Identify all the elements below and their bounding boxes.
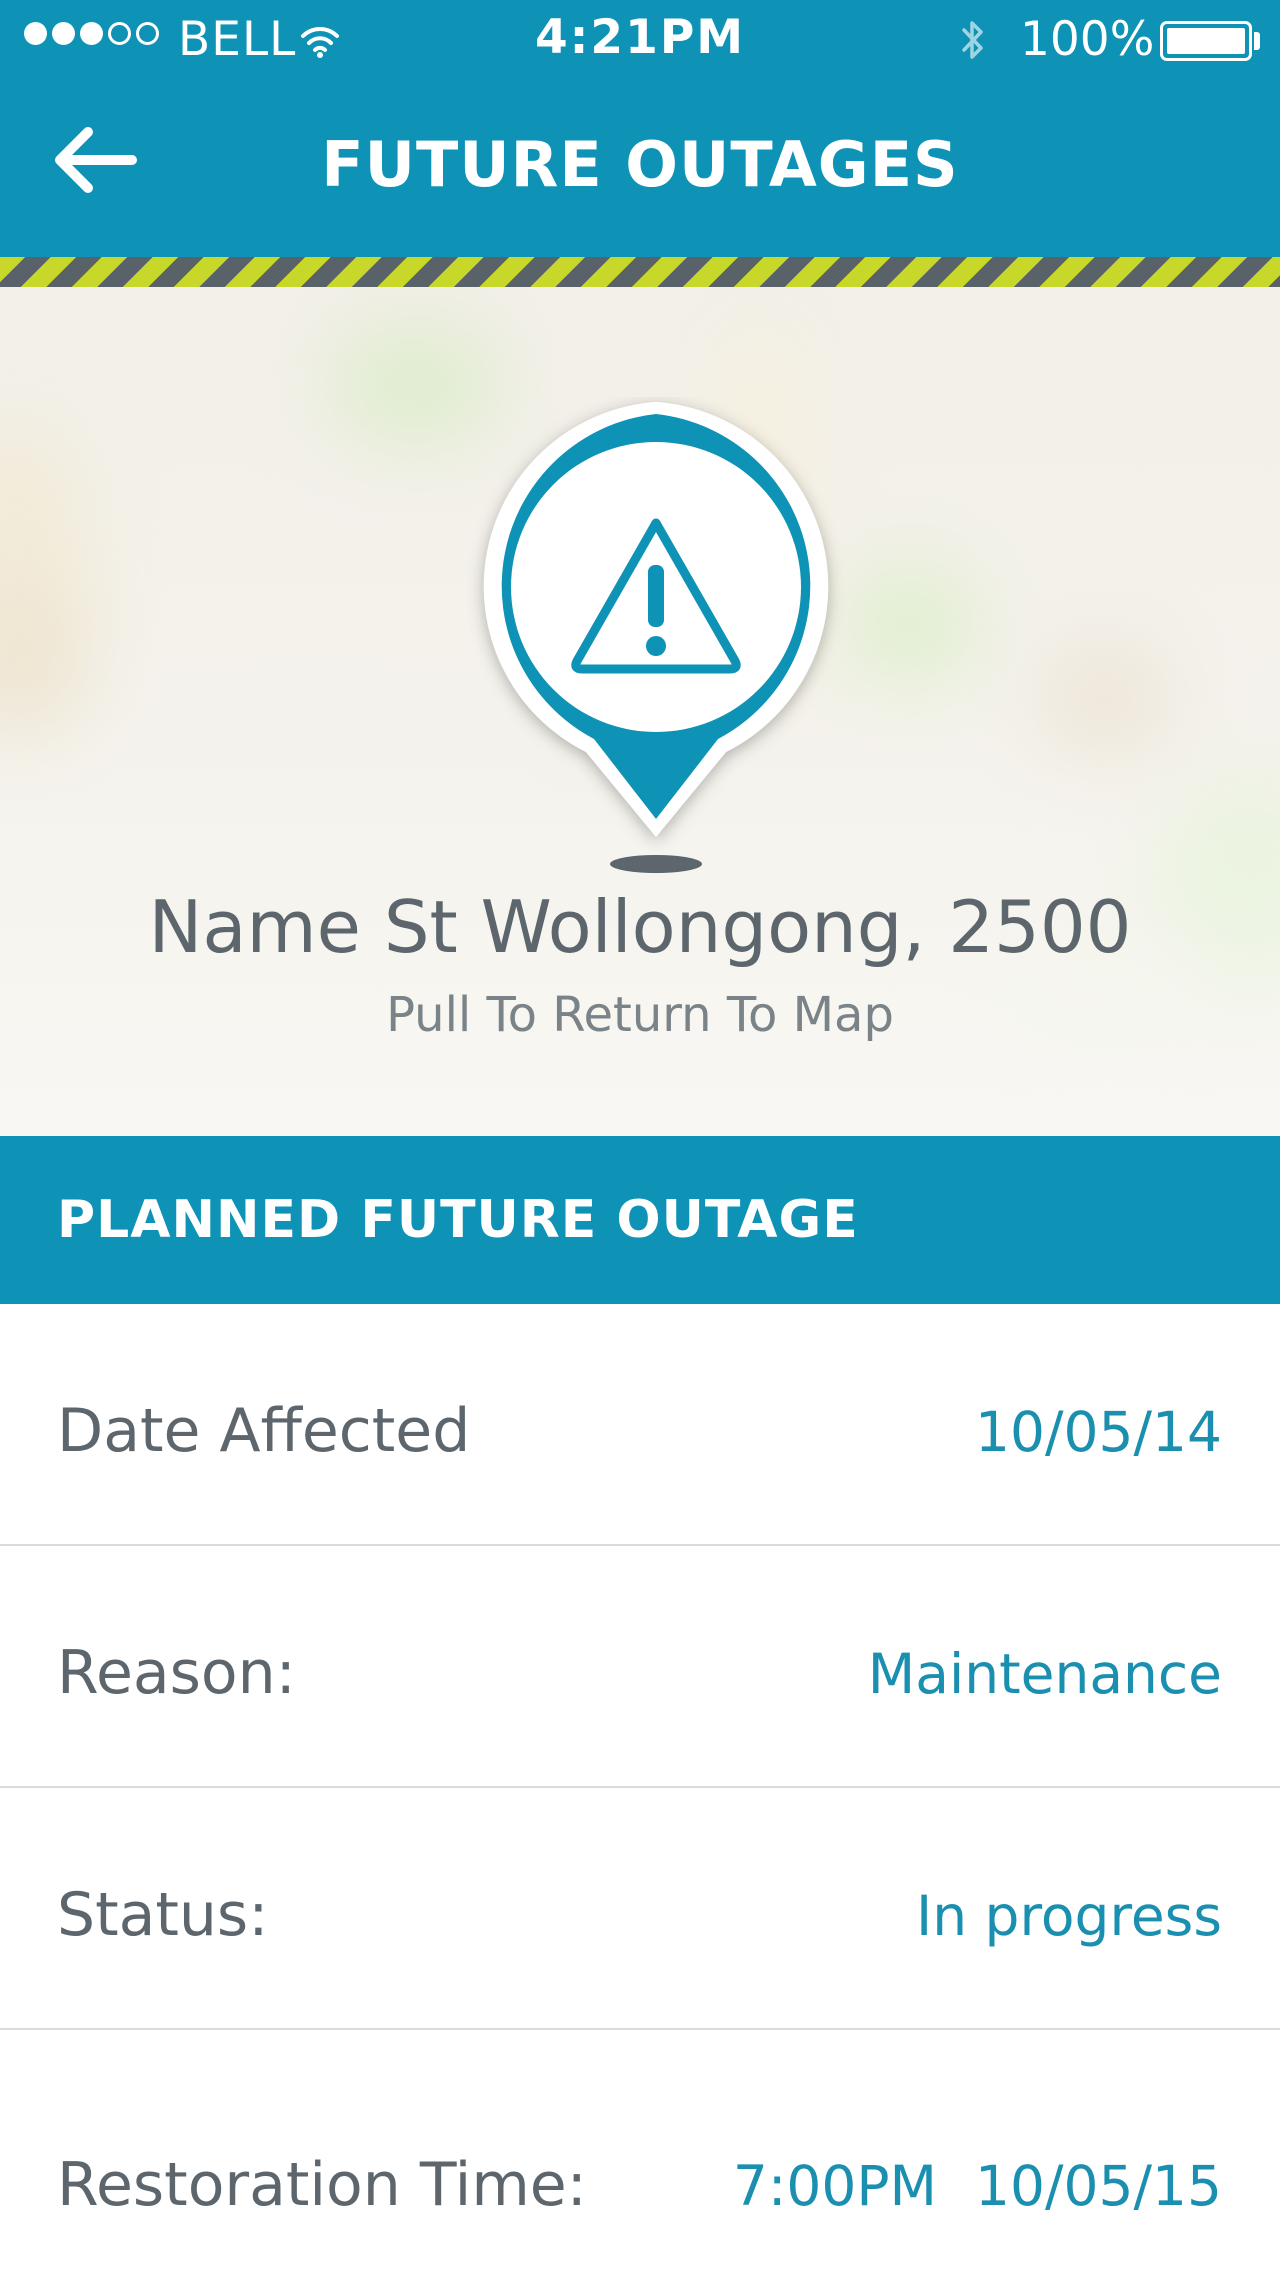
section-title: PLANNED FUTURE OUTAGE	[57, 1190, 859, 1250]
status-label: Status:	[57, 1880, 269, 1950]
status-value: In progress	[916, 1884, 1222, 1948]
restoration-label: Restoration Time:	[57, 2150, 587, 2220]
section-header: PLANNED FUTURE OUTAGE	[0, 1136, 1280, 1304]
battery-percentage: 100%	[1020, 12, 1155, 67]
outage-details: Date Affected 10/05/14 Reason: Maintenan…	[0, 1304, 1280, 2272]
battery-icon	[1160, 21, 1252, 61]
date-affected-label: Date Affected	[57, 1396, 471, 1466]
bluetooth-icon	[960, 16, 986, 76]
reason-value: Maintenance	[867, 1642, 1222, 1706]
restoration-time: 7:00PM	[732, 2154, 937, 2218]
detail-row-date-affected: Date Affected 10/05/14	[0, 1304, 1280, 1546]
reason-label: Reason:	[57, 1638, 296, 1708]
location-title: Name St Wollongong, 2500	[148, 885, 1132, 969]
pull-to-return-hint: Pull To Return To Map	[386, 987, 894, 1043]
detail-row-restoration: Restoration Time: 7:00PM 10/05/15	[0, 2030, 1280, 2272]
outage-pin-icon	[483, 402, 829, 873]
status-bar: BELL 4:21PM 100%	[0, 0, 1280, 82]
restoration-date: 10/05/15	[974, 2154, 1222, 2218]
app-screen: BELL 4:21PM 100% FUTURE OUTAGES Name St …	[0, 0, 1280, 2272]
top-header: BELL 4:21PM 100% FUTURE OUTAGES	[0, 0, 1280, 257]
restoration-value: 7:00PM 10/05/15	[733, 2154, 1222, 2218]
page-title: FUTURE OUTAGES	[321, 128, 959, 201]
map-preview[interactable]: Name St Wollongong, 2500 Pull To Return …	[0, 287, 1280, 1136]
date-affected-value: 10/05/14	[974, 1400, 1222, 1464]
detail-row-status: Status: In progress	[0, 1788, 1280, 2030]
hazard-stripe	[0, 257, 1280, 287]
detail-row-reason: Reason: Maintenance	[0, 1546, 1280, 1788]
